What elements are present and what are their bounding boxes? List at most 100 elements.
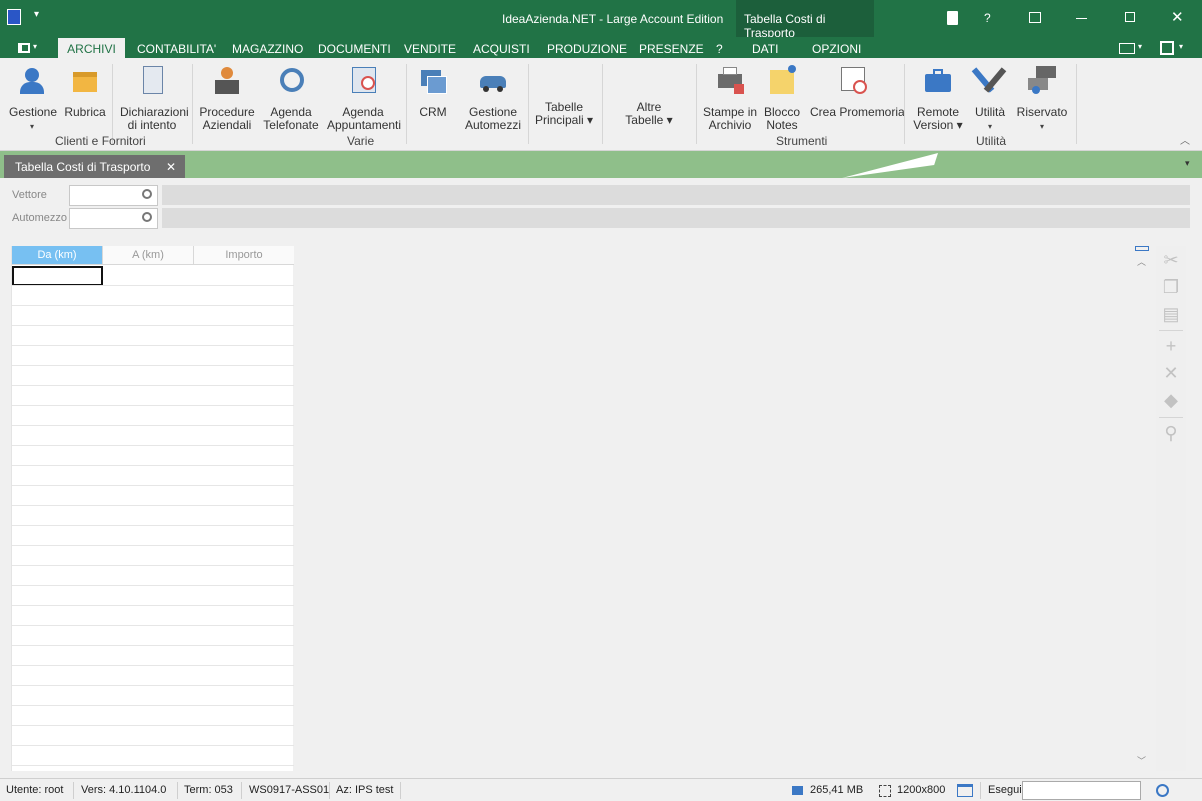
clock-refresh-icon[interactable] [1156, 784, 1169, 797]
close-tab-icon[interactable]: ✕ [166, 160, 176, 174]
esegui-input[interactable] [1022, 781, 1141, 800]
vertical-scrollbar[interactable]: ︿ ﹀ [1133, 246, 1151, 771]
tab-magazzino[interactable]: MAGAZZINO [232, 42, 303, 56]
table-row[interactable] [12, 606, 294, 626]
chevron-down-icon: ▾ [1039, 122, 1044, 131]
status-divider [980, 782, 981, 799]
tab-opzioni[interactable]: OPZIONI [812, 42, 861, 56]
mail-chevron-icon[interactable]: ▾ [1138, 42, 1142, 51]
search-icon[interactable] [142, 189, 152, 199]
table-row[interactable] [12, 406, 294, 426]
app-logo-icon[interactable] [7, 9, 21, 25]
crea-promemoria-button[interactable]: Crea Promemoria [810, 64, 905, 119]
mail-icon[interactable] [1119, 43, 1135, 54]
restore-ribbon-icon[interactable] [1029, 12, 1041, 23]
column-header-importo[interactable]: Importo [194, 246, 294, 265]
window-settings-icon[interactable] [957, 784, 973, 797]
group-strumenti: Strumenti [776, 134, 828, 148]
table-row[interactable] [12, 366, 294, 386]
maximize-button[interactable] [1125, 12, 1135, 22]
riservato-button[interactable]: Riservato ▾ [1016, 64, 1068, 133]
table-row[interactable] [12, 346, 294, 366]
table-row[interactable] [12, 546, 294, 566]
add-icon[interactable]: + [1161, 336, 1181, 356]
fullscreen-icon[interactable] [879, 785, 891, 797]
table-row[interactable] [12, 386, 294, 406]
delete-icon[interactable]: ✕ [1161, 363, 1181, 383]
dichiarazioni-button[interactable]: Dichiarazioni di intento [120, 64, 189, 132]
tab-dati[interactable]: DATI [752, 42, 778, 56]
quick-access-menu-icon[interactable]: ▾ [34, 9, 39, 20]
scroll-up-icon[interactable]: ︿ [1137, 255, 1146, 268]
copy-icon[interactable]: ❐ [1161, 277, 1181, 297]
search-icon[interactable] [142, 212, 152, 222]
cut-icon[interactable]: ✂ [1161, 250, 1181, 270]
altre-tabelle-button[interactable]: Altre Tabelle ▾ [620, 101, 678, 127]
automezzo-input[interactable] [69, 208, 158, 229]
table-row[interactable] [12, 506, 294, 526]
utilita-button[interactable]: Utilità ▾ [970, 64, 1010, 133]
close-button[interactable]: ✕ [1171, 8, 1184, 26]
blocco-notes-button[interactable]: Blocco Notes [762, 64, 802, 132]
table-row[interactable] [12, 266, 294, 286]
table-row[interactable] [12, 326, 294, 346]
vettore-input[interactable] [69, 185, 158, 206]
crm-button[interactable]: CRM [414, 64, 452, 119]
side-toolbar: ✂ ❐ ▤ + ✕ ◆ ⚲ [1156, 246, 1186, 771]
gestione-automezzi-button[interactable]: Gestione Automezzi [465, 64, 521, 132]
table-row[interactable] [12, 706, 294, 726]
table-row[interactable] [12, 486, 294, 506]
tab-acquisti[interactable]: ACQUISTI [473, 42, 530, 56]
file-menu-chevron-icon[interactable]: ▾ [33, 42, 37, 51]
tab-documenti[interactable]: DOCUMENTI [318, 42, 391, 56]
remote-version-button[interactable]: Remote Version ▾ [911, 64, 965, 132]
table-row[interactable] [12, 666, 294, 686]
table-row[interactable] [12, 586, 294, 606]
table-row[interactable] [12, 726, 294, 746]
collapse-ribbon-icon[interactable]: ︿ [1180, 132, 1190, 147]
tab-archivi[interactable]: ARCHIVI [58, 38, 125, 58]
gestione-button[interactable]: Gestione ▾ [9, 64, 57, 133]
tab-contabilita[interactable]: CONTABILITA' [137, 42, 216, 56]
scroll-down-icon[interactable]: ﹀ [1137, 754, 1146, 767]
document-icon[interactable] [947, 11, 958, 25]
tab-presenze[interactable]: PRESENZE [639, 42, 704, 56]
table-row[interactable] [12, 646, 294, 666]
tab-vendite[interactable]: VENDITE [404, 42, 456, 56]
table-row[interactable] [12, 626, 294, 646]
document-tab[interactable]: Tabella Costi di Trasporto ✕ [4, 155, 185, 178]
costi-trasporto-grid[interactable]: Da (km) A (km) Importo [11, 246, 294, 771]
minimize-button[interactable] [1076, 18, 1087, 19]
stampe-archivio-button[interactable]: Stampe in Archivio [703, 64, 757, 132]
column-header-a[interactable]: A (km) [103, 246, 194, 265]
rubrica-button[interactable]: Rubrica [64, 64, 106, 119]
table-row[interactable] [12, 286, 294, 306]
table-row[interactable] [12, 746, 294, 766]
table-row[interactable] [12, 306, 294, 326]
procedure-aziendali-button[interactable]: Procedure Aziendali [199, 64, 255, 132]
tab-list-chevron-icon[interactable]: ▾ [1185, 158, 1190, 169]
table-row[interactable] [12, 446, 294, 466]
tabelle-principali-button[interactable]: Tabelle Principali ▾ [534, 101, 594, 127]
grid-menu-icon[interactable] [1135, 246, 1149, 251]
column-header-da[interactable]: Da (km) [12, 246, 103, 265]
layout-chevron-icon[interactable]: ▾ [1179, 42, 1183, 51]
eraser-icon[interactable]: ◆ [1161, 390, 1181, 410]
table-row[interactable] [12, 566, 294, 586]
find-icon[interactable]: ⚲ [1161, 423, 1181, 443]
tab-produzione[interactable]: PRODUZIONE [547, 42, 627, 56]
tab-bar-accent [842, 153, 938, 178]
status-divider [73, 782, 74, 799]
agenda-telefonate-button[interactable]: Agenda Telefonate [262, 64, 320, 132]
layout-icon[interactable] [1160, 41, 1174, 55]
table-row[interactable] [12, 526, 294, 546]
agenda-appuntamenti-button[interactable]: Agenda Appuntamenti [327, 64, 401, 132]
help-icon[interactable]: ? [984, 11, 991, 25]
table-row[interactable] [12, 426, 294, 446]
ribbon-separator [904, 64, 905, 144]
table-row[interactable] [12, 466, 294, 486]
file-menu-icon[interactable] [18, 43, 30, 53]
paste-icon[interactable]: ▤ [1161, 304, 1181, 324]
table-row[interactable] [12, 686, 294, 706]
tab-help[interactable]: ? [716, 42, 723, 56]
